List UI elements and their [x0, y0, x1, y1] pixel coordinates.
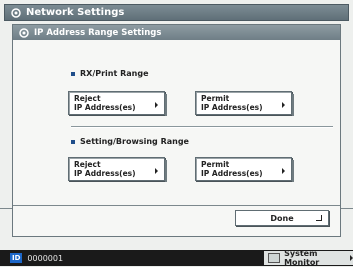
enter-icon: [316, 215, 322, 221]
section-label-text: RX/Print Range: [80, 69, 149, 78]
done-button[interactable]: Done: [235, 210, 329, 226]
system-monitor-button[interactable]: System Monitor: [264, 249, 353, 267]
footer-divider: [13, 205, 340, 206]
left-edge-line: [0, 208, 12, 209]
dialog-titlebar: IP Address Range Settings: [13, 25, 340, 40]
status-bar: ID 0000001 System Monitor: [0, 249, 353, 267]
section-label-text: Setting/Browsing Range: [80, 137, 189, 146]
chevron-right-icon: [155, 102, 158, 108]
chevron-right-icon: [282, 102, 285, 108]
button-shadow: [165, 160, 167, 182]
gear-icon: [19, 27, 29, 38]
button-shadow: [292, 160, 294, 182]
rx-print-range-label: RX/Print Range: [71, 69, 149, 78]
bullet-icon: [71, 71, 75, 76]
section-divider: [71, 126, 333, 128]
button-label-line2: IP Address(es): [201, 102, 263, 112]
chevron-right-icon: [282, 168, 285, 174]
window-titlebar: Network Settings: [4, 4, 349, 21]
window-title: Network Settings: [26, 7, 125, 18]
setting-browsing-reject-button[interactable]: Reject IP Address(es): [68, 157, 167, 182]
rx-print-permit-button[interactable]: Permit IP Address(es): [195, 91, 294, 116]
gear-icon: [11, 7, 21, 18]
chevron-right-icon: [155, 168, 158, 174]
setting-browsing-permit-button[interactable]: Permit IP Address(es): [195, 157, 294, 182]
bullet-icon: [71, 139, 75, 144]
right-edge-line: [341, 208, 353, 209]
rx-print-reject-button[interactable]: Reject IP Address(es): [68, 91, 167, 116]
button-label-line2: IP Address(es): [74, 102, 136, 112]
id-badge: ID: [10, 253, 23, 263]
done-label: Done: [270, 213, 294, 223]
monitor-icon: [268, 253, 281, 263]
id-value: 0000001: [27, 253, 64, 263]
button-shadow: [165, 94, 167, 116]
button-label-line2: IP Address(es): [74, 168, 136, 178]
setting-browsing-range-label: Setting/Browsing Range: [71, 137, 189, 146]
dialog-title: IP Address Range Settings: [34, 27, 162, 38]
button-label-line2: IP Address(es): [201, 168, 263, 178]
system-monitor-label: System Monitor: [284, 249, 320, 267]
ip-range-dialog: IP Address Range Settings RX/Print Range…: [12, 24, 341, 237]
network-settings-window: Network Settings IP Address Range Settin…: [0, 0, 353, 250]
button-shadow: [292, 94, 294, 116]
